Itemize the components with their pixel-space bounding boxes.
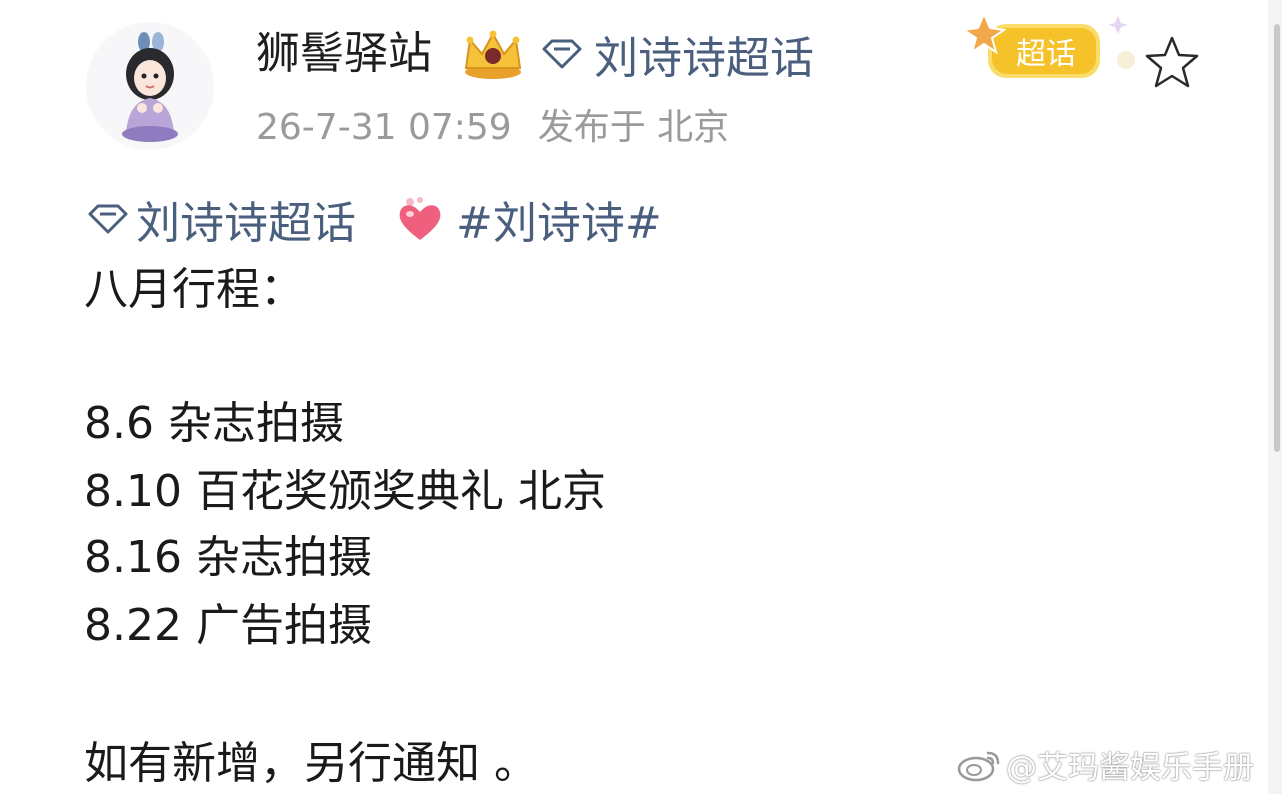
post-line: 8.6 杂志拍摄 (84, 398, 344, 449)
watermark: @艾玛酱娱乐手册 (956, 742, 1254, 786)
crown-icon (464, 30, 522, 79)
topic-supertopic-label: 刘诗诗超话 (136, 198, 356, 249)
avatar-icon (86, 22, 214, 150)
supertopic-badge-icon: 超话 (961, 11, 1135, 78)
author-supertopic-link[interactable]: 刘诗诗超话 (540, 26, 814, 84)
post-line: 8.22 广告拍摄 (84, 600, 372, 651)
hashtag-link[interactable]: #刘诗诗# (456, 187, 662, 251)
topic-line: 刘诗诗超话 #刘诗诗# (86, 187, 662, 251)
post-meta: 26-7-31 07:59 发布于 北京 (256, 104, 729, 152)
scrollbar-thumb[interactable] (1274, 24, 1280, 452)
post-line: 8.10 百花奖颁奖典礼 北京 (84, 466, 606, 517)
author-supertopic-label: 刘诗诗超话 (594, 33, 814, 84)
badge-label: 超话 (1016, 37, 1076, 72)
post-time: 26-7-31 07:59 (256, 107, 512, 148)
diamond-icon (542, 39, 582, 69)
watermark-text: @艾玛酱娱乐手册 (1006, 749, 1254, 786)
heart-icon (399, 197, 441, 240)
topic-supertopic-link[interactable]: 刘诗诗超话 (86, 187, 356, 251)
post-line: 如有新增，另行通知 。 (84, 738, 538, 789)
supertopic-badge[interactable]: 超话 (958, 6, 1148, 90)
weibo-logo-icon (957, 751, 1000, 782)
post-line: 八月行程： (84, 264, 304, 315)
post-line: 8.16 杂志拍摄 (84, 532, 372, 583)
post-location: 发布于 北京 (537, 107, 730, 148)
avatar[interactable] (86, 22, 214, 150)
author-name[interactable]: 狮髻驿站 (256, 26, 432, 82)
star-icon[interactable] (1142, 34, 1202, 90)
diamond-icon (88, 204, 128, 234)
